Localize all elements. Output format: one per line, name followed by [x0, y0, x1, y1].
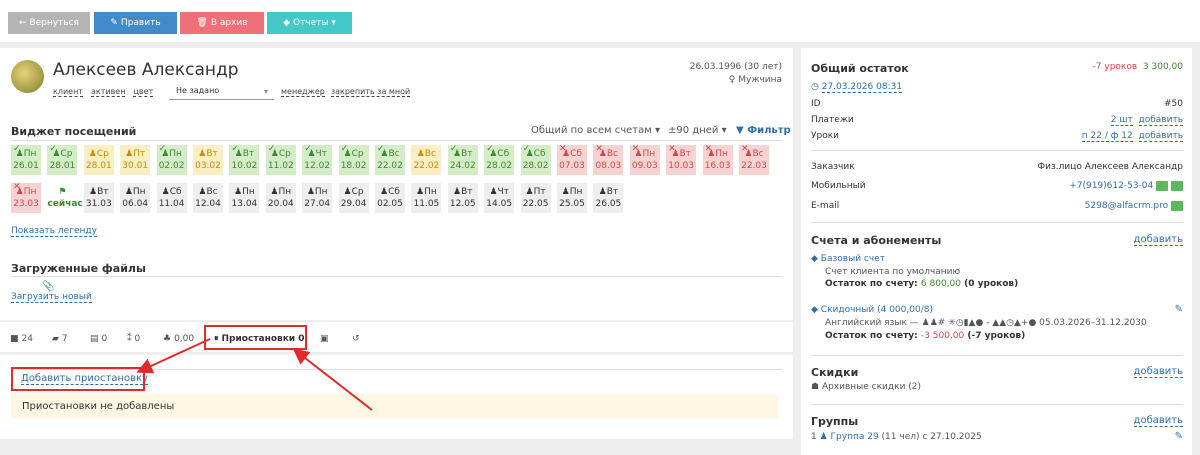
edit-pencil-icon[interactable]: ✎ [1175, 304, 1183, 315]
add-discount-link[interactable]: добавить [1133, 366, 1183, 378]
group-item: 1 ♟ Группа 29 (11 чел) с 27.10.2025 [811, 432, 982, 442]
add-account-link[interactable]: добавить [1133, 234, 1183, 246]
divider [811, 355, 1183, 356]
balance-values: -7 уроков 3 300,00 [1092, 62, 1183, 72]
mobile-row: Мобильный +7(919)612-53-04 [811, 179, 1183, 193]
group-link[interactable]: ♟ Группа 29 [820, 432, 879, 442]
customer-row: Заказчик Физ.лицо Алексеев Александр [811, 162, 1183, 172]
arrow-to-tab [292, 348, 373, 411]
base-account-desc: Счет клиента по умолчанию [825, 267, 961, 277]
balance-date-link[interactable]: ◷ 27.03.2026 08:31 [811, 82, 903, 93]
add-group-link[interactable]: добавить [1133, 415, 1183, 427]
clock-icon: ◷ [811, 82, 822, 92]
edit-group-pencil-icon[interactable]: ✎ [1175, 431, 1183, 442]
stack-icon: ☗ [811, 382, 822, 392]
lesson-type-icons: ♟♟# ✳◷▮▲● - ▲▲◷▲+● [921, 318, 1037, 328]
balance-title: Общий остаток [811, 62, 909, 75]
base-account-link[interactable]: ◆ Базовый счет [811, 254, 885, 264]
users-icon: ♟ [819, 432, 831, 442]
divider [811, 404, 1183, 405]
add-payment-link[interactable]: добавить [1138, 115, 1183, 126]
tag-icon: ◆ [811, 305, 821, 315]
discount-account-desc: Английский язык — ♟♟# ✳◷▮▲● - ▲▲◷▲+● 05.… [825, 318, 1147, 328]
email-link[interactable]: 5298@alfacrm.pro [1085, 201, 1168, 211]
payments-row: Платежи 2 шт добавить [811, 115, 1183, 126]
discount-account-balance: Остаток по счету: -3 500,00 (-7 уроков) [825, 331, 1026, 341]
arrow-to-link [136, 338, 211, 374]
payments-link[interactable]: 2 шт [1110, 115, 1133, 126]
base-account-balance: Остаток по счету: 6 800,00 (0 уроков) [825, 279, 1019, 289]
tag-icon: ◆ [811, 254, 821, 264]
accounts-title: Счета и абонементы [811, 234, 942, 247]
lessons-row: Уроки п 22 / ф 12 добавить [811, 131, 1183, 142]
phone-icon[interactable] [1171, 180, 1183, 191]
mail-icon[interactable] [1171, 200, 1183, 211]
archive-discounts-link[interactable]: ☗ Архивные скидки (2) [811, 382, 921, 392]
groups-title: Группы [811, 415, 859, 428]
divider [811, 222, 1183, 223]
sms-icon[interactable] [1156, 180, 1169, 191]
divider [811, 150, 1183, 151]
mobile-link[interactable]: +7(919)612-53-04 [1069, 181, 1153, 191]
lessons-link[interactable]: п 22 / ф 12 [1081, 131, 1133, 142]
email-row: E-mail 5298@alfacrm.pro [811, 199, 1183, 213]
add-lesson-link[interactable]: добавить [1138, 131, 1183, 142]
discount-account-link[interactable]: ◆ Скидочный (4 000,00/8) [811, 305, 933, 315]
id-row: ID #50 [811, 99, 1183, 109]
discounts-title: Скидки [811, 366, 859, 379]
